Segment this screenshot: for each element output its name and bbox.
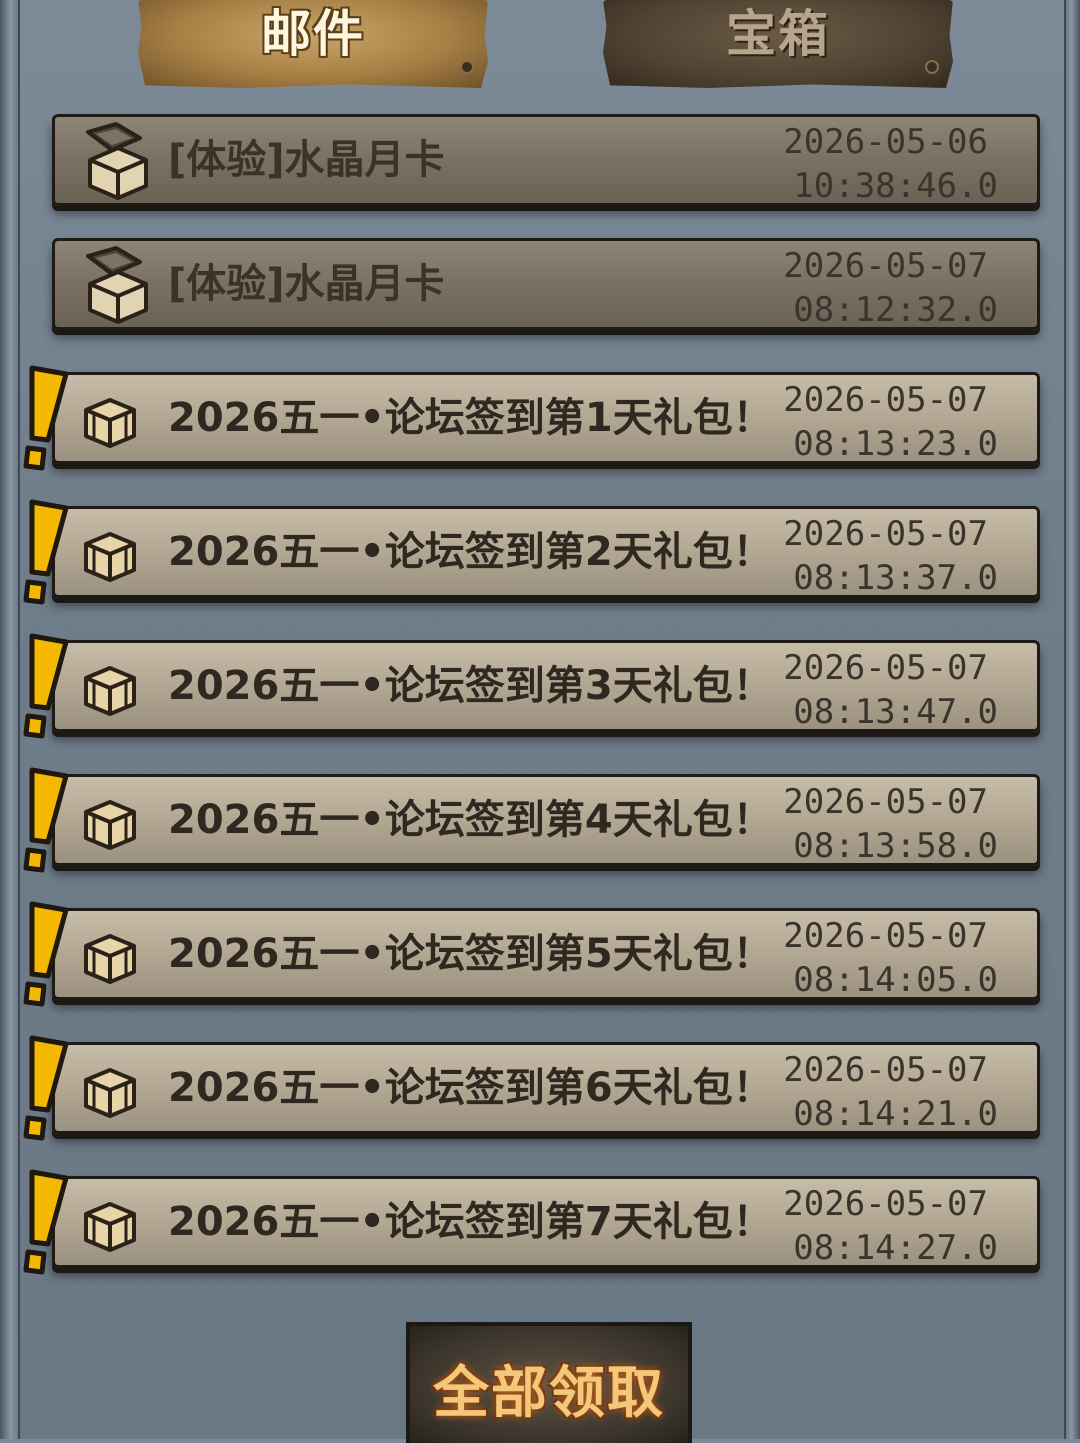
treasure-chest-icon xyxy=(80,660,140,716)
mail-title: 2026五一•论坛签到第3天礼包！ xyxy=(168,663,773,709)
mail-title: 2026五一•论坛签到第2天礼包！ xyxy=(168,529,773,575)
treasure-chest-icon xyxy=(82,120,154,200)
mail-time: 08:13:47.0 xyxy=(793,692,998,732)
mail-date: 2026-05-07 xyxy=(783,1184,988,1224)
mail-date: 2026-05-07 xyxy=(783,1050,988,1090)
rivet-decoration xyxy=(925,60,939,74)
rivet-decoration xyxy=(460,60,474,74)
mail-time: 08:14:21.0 xyxy=(793,1094,998,1134)
mail-date: 2026-05-06 xyxy=(783,122,988,162)
mail-row[interactable]: 2026五一•论坛签到第2天礼包！ 2026-05-07 08:13:37.0 xyxy=(52,506,1040,598)
mail-time: 08:12:32.0 xyxy=(793,290,998,330)
mail-timestamp: 2026-05-07 08:14:05.0 xyxy=(783,914,998,1002)
mail-date: 2026-05-07 xyxy=(783,782,988,822)
mail-timestamp: 2026-05-07 08:14:27.0 xyxy=(783,1182,998,1270)
mail-row[interactable]: [体验]水晶月卡 2026-05-06 10:38:46.0 xyxy=(52,114,1040,206)
mail-date: 2026-05-07 xyxy=(783,380,988,420)
mail-row[interactable]: 2026五一•论坛签到第7天礼包！ 2026-05-07 08:14:27.0 xyxy=(52,1176,1040,1268)
mail-title: 2026五一•论坛签到第1天礼包！ xyxy=(168,395,773,441)
mail-title: 2026五一•论坛签到第5天礼包！ xyxy=(168,931,773,977)
mail-row[interactable]: 2026五一•论坛签到第3天礼包！ 2026-05-07 08:13:47.0 xyxy=(52,640,1040,732)
tab-mail-label: 邮件 xyxy=(261,5,365,63)
right-frame xyxy=(1064,0,1080,1439)
exclamation-icon xyxy=(18,766,70,878)
tab-mail[interactable]: 邮件 xyxy=(138,0,488,88)
mail-time: 08:14:05.0 xyxy=(793,960,998,1000)
mail-timestamp: 2026-05-07 08:13:47.0 xyxy=(783,646,998,734)
mail-timestamp: 2026-05-07 08:13:37.0 xyxy=(783,512,998,600)
mail-timestamp: 2026-05-07 08:14:21.0 xyxy=(783,1048,998,1136)
mail-time: 08:13:37.0 xyxy=(793,558,998,598)
treasure-chest-icon xyxy=(80,392,140,448)
mail-timestamp: 2026-05-06 10:38:46.0 xyxy=(783,120,998,208)
mail-date: 2026-05-07 xyxy=(783,246,988,286)
mail-title: 2026五一•论坛签到第4天礼包！ xyxy=(168,797,773,843)
treasure-chest-icon xyxy=(82,244,154,324)
claim-all-button[interactable]: 全部领取 xyxy=(406,1322,692,1443)
treasure-chest-icon xyxy=(80,794,140,850)
mail-timestamp: 2026-05-07 08:13:58.0 xyxy=(783,780,998,868)
exclamation-icon xyxy=(18,364,70,476)
mail-date: 2026-05-07 xyxy=(783,514,988,554)
mail-time: 08:13:58.0 xyxy=(793,826,998,866)
mail-row[interactable]: 2026五一•论坛签到第1天礼包！ 2026-05-07 08:13:23.0 xyxy=(52,372,1040,464)
exclamation-icon xyxy=(18,632,70,744)
mail-date: 2026-05-07 xyxy=(783,648,988,688)
mail-date: 2026-05-07 xyxy=(783,916,988,956)
mail-timestamp: 2026-05-07 08:12:32.0 xyxy=(783,244,998,332)
claim-all-label: 全部领取 xyxy=(433,1361,665,1426)
treasure-chest-icon xyxy=(80,526,140,582)
mail-time: 10:38:46.0 xyxy=(793,166,998,206)
mail-row[interactable]: 2026五一•论坛签到第6天礼包！ 2026-05-07 08:14:21.0 xyxy=(52,1042,1040,1134)
treasure-chest-icon xyxy=(80,1062,140,1118)
exclamation-icon xyxy=(18,1034,70,1146)
tab-chest[interactable]: 宝箱 xyxy=(603,0,953,88)
left-frame xyxy=(0,0,20,1439)
treasure-chest-icon xyxy=(80,928,140,984)
mail-row[interactable]: 2026五一•论坛签到第5天礼包！ 2026-05-07 08:14:05.0 xyxy=(52,908,1040,1000)
mail-title: 2026五一•论坛签到第6天礼包！ xyxy=(168,1065,773,1111)
mail-title: [体验]水晶月卡 xyxy=(168,261,445,307)
mail-title: [体验]水晶月卡 xyxy=(168,137,445,183)
mail-row[interactable]: 2026五一•论坛签到第4天礼包！ 2026-05-07 08:13:58.0 xyxy=(52,774,1040,866)
tab-chest-label: 宝箱 xyxy=(726,5,830,63)
mail-row[interactable]: [体验]水晶月卡 2026-05-07 08:12:32.0 xyxy=(52,238,1040,330)
exclamation-icon xyxy=(18,498,70,610)
mail-time: 08:13:23.0 xyxy=(793,424,998,464)
mail-timestamp: 2026-05-07 08:13:23.0 xyxy=(783,378,998,466)
mail-time: 08:14:27.0 xyxy=(793,1228,998,1268)
mail-title: 2026五一•论坛签到第7天礼包！ xyxy=(168,1199,773,1245)
treasure-chest-icon xyxy=(80,1196,140,1252)
exclamation-icon xyxy=(18,1168,70,1280)
exclamation-icon xyxy=(18,900,70,1012)
